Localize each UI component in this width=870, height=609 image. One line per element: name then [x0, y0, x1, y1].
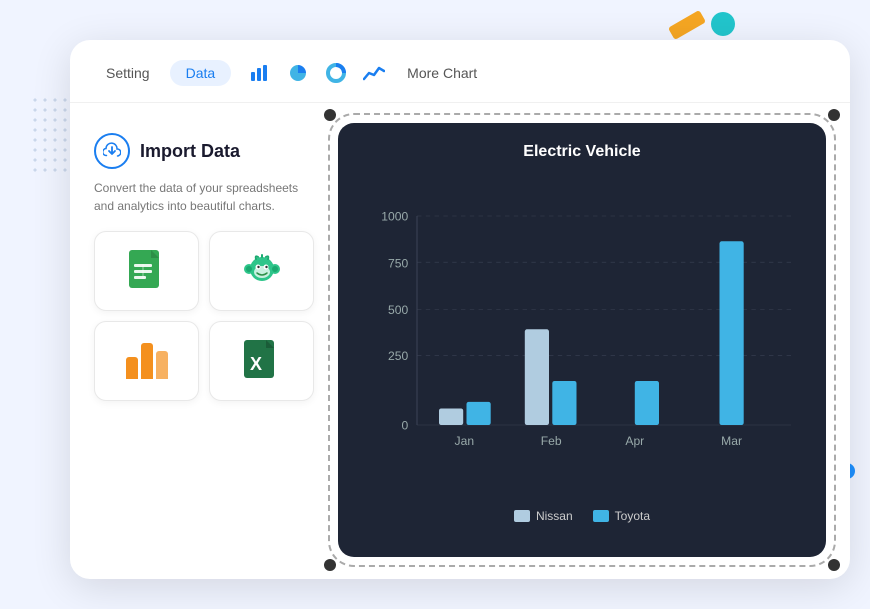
tab-setting[interactable]: Setting [94, 60, 162, 86]
svg-text:Jan: Jan [455, 434, 475, 448]
circle-decoration [711, 12, 735, 36]
toyota-label: Toyota [615, 509, 650, 523]
excel-icon: X [242, 338, 282, 384]
toolbar: Setting Data [70, 40, 850, 103]
cloud-upload-icon [103, 142, 121, 160]
legend-nissan: Nissan [514, 509, 573, 523]
chart-type-icons [243, 56, 391, 90]
line-chart-icon [363, 64, 385, 82]
bar-chart-icon [250, 64, 270, 82]
bar-jan-nissan [439, 409, 463, 426]
bar-mar-toyota [720, 241, 744, 425]
bar-feb-toyota [552, 381, 576, 425]
import-icon [94, 133, 130, 169]
content-area: Import Data Convert the data of your spr… [70, 103, 850, 577]
legend-toyota: Toyota [593, 509, 650, 523]
import-description: Convert the data of your spreadsheets an… [94, 179, 314, 215]
google-sheets-icon [127, 248, 167, 294]
import-title: Import Data [140, 141, 240, 162]
resize-handle-tr[interactable] [828, 109, 840, 121]
toyota-swatch [593, 510, 609, 522]
excel-tile[interactable]: X [209, 321, 314, 401]
chart-area: Electric Vehicle 1000 [338, 123, 826, 557]
chart-title: Electric Vehicle [362, 143, 802, 161]
svg-text:500: 500 [388, 303, 408, 317]
svg-text:0: 0 [401, 418, 408, 432]
analytics-tile[interactable] [94, 321, 199, 401]
bar-feb-nissan [525, 329, 549, 425]
resize-handle-tl[interactable] [324, 109, 336, 121]
resize-handle-bl[interactable] [324, 559, 336, 571]
import-title-row: Import Data [94, 133, 314, 169]
typeform-icon [240, 249, 284, 293]
more-chart-label[interactable]: More Chart [407, 65, 477, 81]
svg-text:X: X [250, 354, 262, 374]
pencil-decoration [668, 10, 706, 40]
import-grid: X [94, 231, 314, 401]
svg-text:750: 750 [388, 257, 408, 271]
bar-chart-icon-btn[interactable] [243, 56, 277, 90]
bar-chart-svg: 1000 750 500 250 0 [362, 173, 802, 501]
bar-apr-toyota [635, 381, 659, 425]
main-card: Setting Data [70, 40, 850, 579]
resize-handle-br[interactable] [828, 559, 840, 571]
svg-text:Mar: Mar [721, 434, 742, 448]
chart-legend: Nissan Toyota [362, 509, 802, 523]
chart-svg: 1000 750 500 250 0 [362, 173, 802, 501]
svg-text:1000: 1000 [381, 209, 408, 223]
analytics-icon [126, 343, 168, 379]
google-sheets-tile[interactable] [94, 231, 199, 311]
nissan-label: Nissan [536, 509, 573, 523]
pie-chart-icon [288, 63, 308, 83]
chart-container: Electric Vehicle 1000 [338, 123, 826, 557]
import-panel: Import Data Convert the data of your spr… [94, 123, 314, 557]
line-chart-icon-btn[interactable] [357, 56, 391, 90]
typeform-tile[interactable] [209, 231, 314, 311]
donut-chart-icon-btn[interactable] [319, 56, 353, 90]
nissan-swatch [514, 510, 530, 522]
donut-chart-icon [326, 63, 346, 83]
tab-data[interactable]: Data [170, 60, 232, 86]
svg-text:250: 250 [388, 349, 408, 363]
svg-text:Feb: Feb [541, 434, 562, 448]
pie-chart-icon-btn[interactable] [281, 56, 315, 90]
svg-text:Apr: Apr [625, 434, 644, 448]
bar-jan-toyota [467, 402, 491, 425]
